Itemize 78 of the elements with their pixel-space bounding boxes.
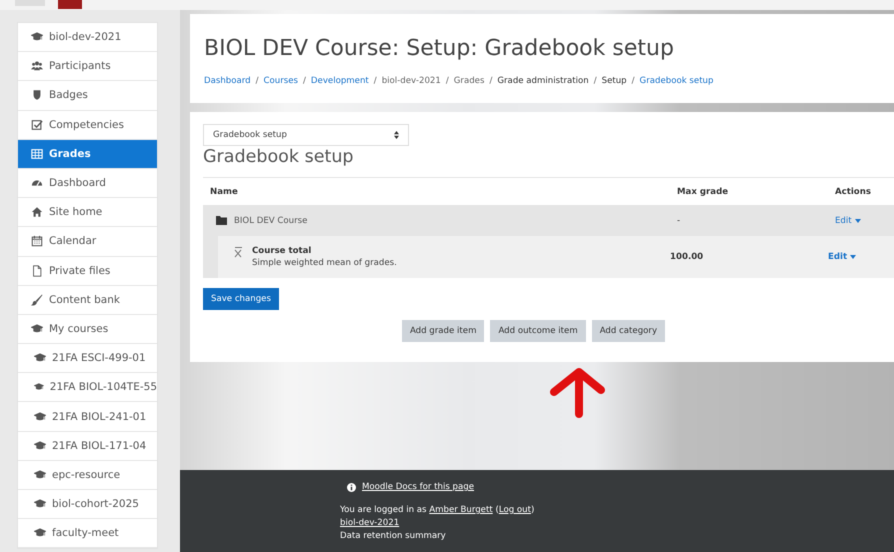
page-select[interactable]: Gradebook setup xyxy=(203,124,409,146)
column-header: Actions xyxy=(835,186,872,196)
info-icon xyxy=(347,483,356,492)
page-title: BIOL DEV Course: Setup: Gradebook setup xyxy=(204,36,675,61)
section-heading: Gradebook setup xyxy=(203,147,355,167)
shield-icon xyxy=(31,89,43,102)
user-link[interactable]: Amber Burgett xyxy=(429,505,493,515)
breadcrumb-text: Setup xyxy=(602,76,627,86)
sidebar-item[interactable]: 21FA ESCI-499-01 xyxy=(18,344,157,374)
save-changes-button[interactable]: Save changes xyxy=(203,288,279,310)
graduation-cap-icon xyxy=(34,352,46,364)
breadcrumb-text: Grades xyxy=(454,76,484,86)
breadcrumb-separator: / xyxy=(632,76,635,86)
sidebar-item[interactable]: epc-resource xyxy=(18,460,157,490)
data-retention-text: Data retention summary xyxy=(340,530,447,543)
file-icon xyxy=(31,264,43,277)
breadcrumb-text: Grade administration xyxy=(497,76,589,86)
sidebar-item[interactable]: Grades xyxy=(18,140,157,169)
login-info: You are logged in as Amber Burgett (Log out) xyxy=(340,504,536,517)
up-down-caret-icon xyxy=(394,131,399,139)
table-cell: BIOL DEV Course xyxy=(234,216,308,226)
sidebar-item[interactable]: Participants xyxy=(18,52,157,82)
sidebar-item[interactable]: My courses xyxy=(18,314,157,344)
column-header: Max grade xyxy=(677,186,730,196)
sidebar-item[interactable]: Site home xyxy=(18,198,157,228)
sidebar-item[interactable]: Private files xyxy=(18,256,157,286)
sidebar-item[interactable]: Badges xyxy=(18,81,157,111)
graduation-cap-icon xyxy=(31,322,43,335)
edit-menu-link[interactable]: Edit xyxy=(835,216,894,226)
sidebar-item[interactable]: 21FA BIOL-241-01 xyxy=(18,402,157,432)
add-button[interactable]: Add grade item xyxy=(402,320,484,342)
sidebar-item[interactable]: 21FA BIOL-104TE-55 xyxy=(18,373,157,402)
graduation-cap-icon xyxy=(34,498,46,510)
checkbox-icon xyxy=(31,118,43,131)
logout-link[interactable]: Log out xyxy=(498,505,531,515)
sidebar-item[interactable]: faculty-meet xyxy=(18,519,157,548)
breadcrumb-separator: / xyxy=(374,76,377,86)
graduation-cap-icon xyxy=(34,410,46,423)
table-cell-text: Course total xyxy=(252,246,312,256)
graduation-cap-icon xyxy=(34,440,46,452)
breadcrumb-separator: / xyxy=(489,76,492,86)
home-icon xyxy=(31,206,43,218)
graduation-cap-icon xyxy=(34,468,46,481)
breadcrumb-text: biol-dev-2021 xyxy=(382,76,441,86)
sigma-x-icon xyxy=(233,246,244,258)
graduation-cap-icon xyxy=(31,31,43,44)
breadcrumb-separator: / xyxy=(594,76,597,86)
add-button[interactable]: Add category xyxy=(592,320,666,342)
calendar-icon xyxy=(31,235,43,248)
sidebar-item[interactable]: Calendar xyxy=(18,227,157,256)
sidebar-item[interactable]: 21FA BIOL-171-04 xyxy=(18,432,157,461)
edit-menu-link[interactable]: Edit xyxy=(828,252,894,262)
table-icon xyxy=(31,148,43,160)
sidebar-item[interactable]: Content bank xyxy=(18,286,157,315)
caret-icon xyxy=(854,218,861,222)
site-logo[interactable] xyxy=(58,0,82,9)
course-link[interactable]: biol-dev-2021 xyxy=(340,518,400,528)
breadcrumb-link[interactable]: Gradebook setup xyxy=(640,76,714,86)
table-cell: Simple weighted mean of grades. xyxy=(252,258,397,268)
caret-icon xyxy=(850,255,856,259)
sidebar-item[interactable]: biol-dev-2021 xyxy=(18,23,157,52)
folder-icon xyxy=(216,216,227,225)
column-header: Name xyxy=(210,186,239,196)
docs-link[interactable]: Moodle Docs for this page xyxy=(362,481,474,494)
table-cell-text: - xyxy=(677,216,682,226)
sidebar-item[interactable]: Dashboard xyxy=(18,168,157,198)
breadcrumb-link[interactable]: Courses xyxy=(264,76,298,86)
add-button[interactable]: Add outcome item xyxy=(490,320,586,342)
sidebar-item[interactable]: biol-cohort-2025 xyxy=(18,490,157,520)
breadcrumb-link[interactable]: Development xyxy=(310,76,369,86)
breadcrumb-separator: / xyxy=(256,76,259,86)
breadcrumb-separator: / xyxy=(446,76,449,86)
table-cell-text: 100.00 xyxy=(670,252,704,262)
users-icon xyxy=(31,60,43,72)
breadcrumb-separator: / xyxy=(303,76,306,86)
brush-icon xyxy=(31,294,43,306)
graduation-cap-icon xyxy=(34,527,46,540)
breadcrumb-link[interactable]: Dashboard xyxy=(204,76,251,86)
